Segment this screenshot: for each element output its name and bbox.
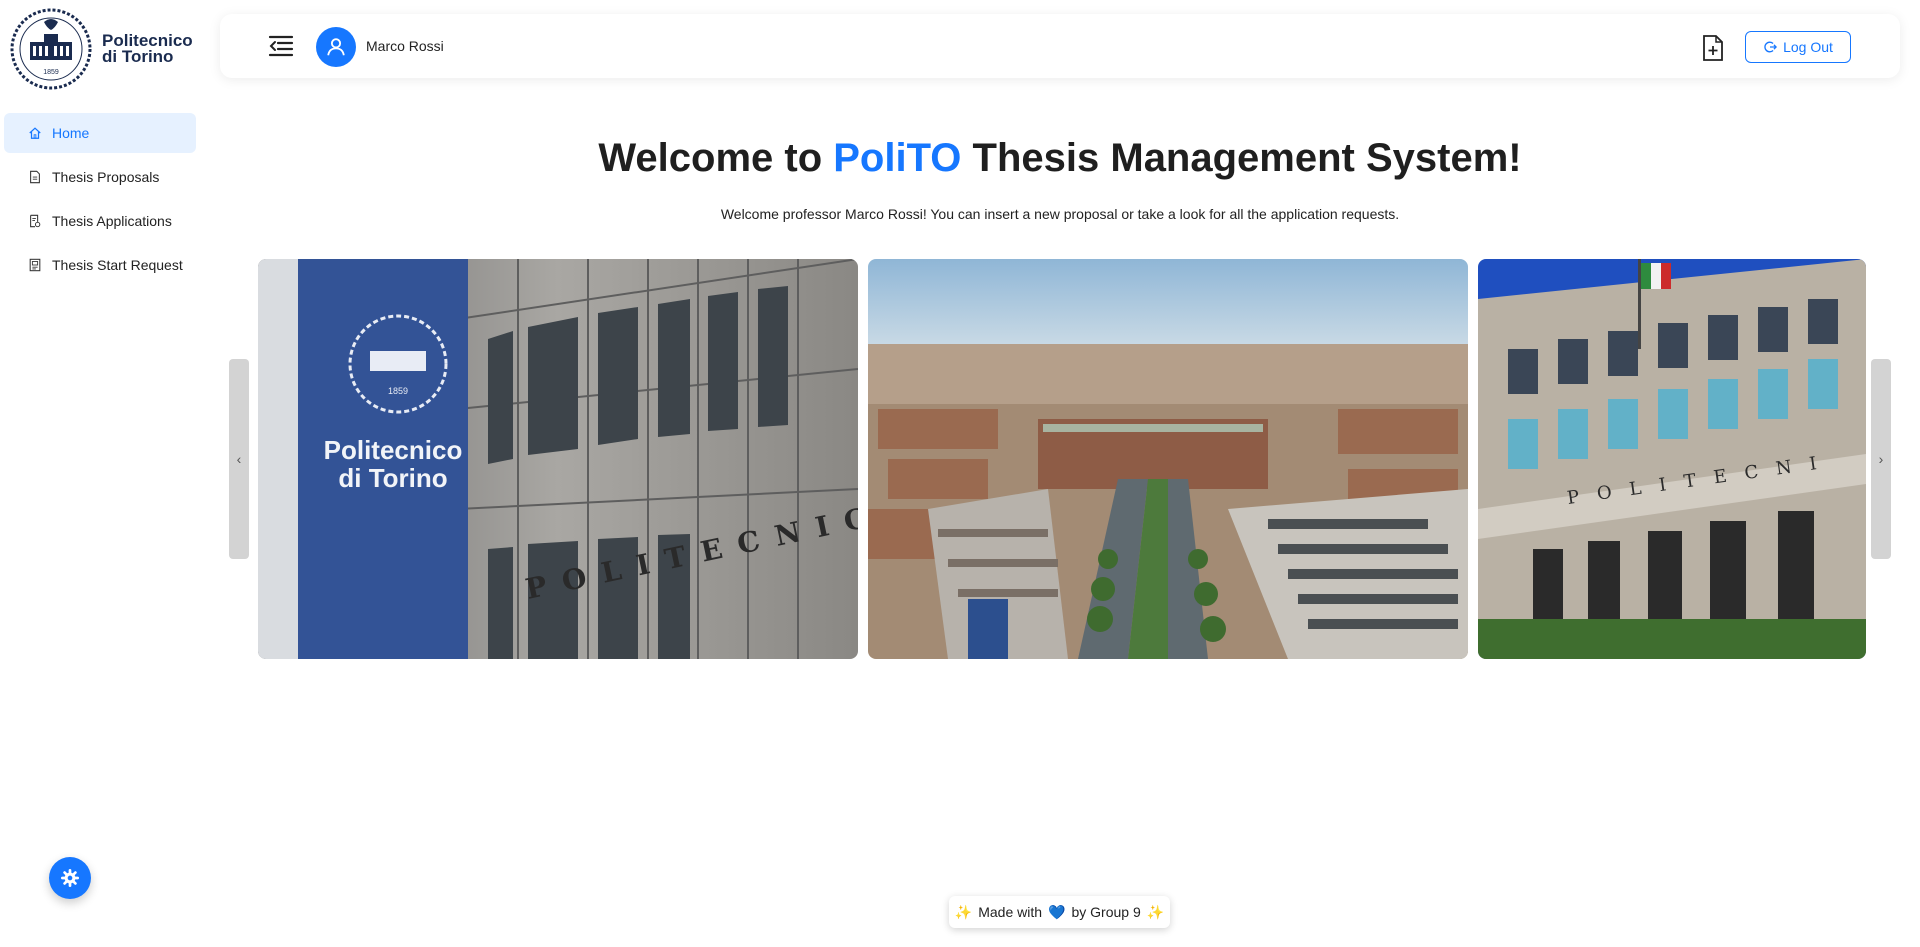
banner-line2: di Torino [338, 463, 447, 493]
university-seal-icon: 1859 [10, 8, 92, 90]
new-document-button[interactable] [1700, 34, 1726, 62]
top-header: Marco Rossi Log Out [220, 14, 1900, 78]
image-carousel[interactable]: POLITECNICO 1859 Politecnico di Torino P… [258, 259, 1866, 659]
sparkle-icon: ✨ [954, 903, 973, 920]
menu-fold-icon [268, 35, 294, 57]
footer-suffix: by Group 9 [1071, 904, 1141, 920]
heart-icon: 💙 [1048, 903, 1066, 920]
sidebar-item-thesis-start-request[interactable]: Thesis Start Request [4, 245, 196, 285]
banner-line1: Politecnico [324, 435, 463, 465]
chevron-left-icon: ‹ [236, 451, 242, 467]
user-icon [327, 38, 345, 56]
sidebar-item-home[interactable]: Home [4, 113, 196, 153]
request-icon [28, 258, 42, 272]
footer-prefix: Made with [978, 904, 1043, 920]
sidebar-item-label: Home [52, 125, 90, 141]
document-icon [28, 170, 42, 184]
title-suffix: Thesis Management System! [961, 136, 1522, 180]
menu-toggle-button[interactable] [268, 34, 294, 58]
logo-text: Politecnico di Torino [102, 32, 193, 66]
settings-button[interactable] [49, 857, 91, 899]
carousel-prev-button[interactable]: ‹ [229, 359, 249, 559]
chevron-right-icon: › [1878, 451, 1884, 467]
politecnico-logo[interactable]: 1859 Politecnico di Torino [8, 8, 193, 90]
logout-label: Log Out [1783, 39, 1833, 55]
home-icon [28, 126, 42, 140]
logout-icon [1764, 41, 1778, 53]
page-title: Welcome to PoliTO Thesis Management Syst… [220, 136, 1900, 181]
carousel-slide-aerial-view[interactable] [868, 259, 1468, 659]
application-icon [28, 214, 42, 228]
avatar[interactable] [316, 27, 356, 67]
sidebar-item-label: Thesis Applications [52, 213, 172, 229]
sidebar-nav: Home Thesis Proposals Thesis Application… [4, 113, 196, 289]
banner-year: 1859 [388, 386, 408, 396]
file-add-icon [1703, 35, 1723, 61]
carousel-next-button[interactable]: › [1871, 359, 1891, 559]
title-accent: PoliTO [833, 136, 962, 180]
carousel-slide-campus-facade[interactable]: POLITECNICO 1859 Politecnico di Torino [258, 259, 858, 659]
seal-year: 1859 [43, 69, 59, 76]
logout-button[interactable]: Log Out [1745, 31, 1851, 63]
title-prefix: Welcome to [598, 136, 834, 180]
sidebar-item-thesis-proposals[interactable]: Thesis Proposals [4, 157, 196, 197]
gear-icon [61, 869, 79, 887]
sidebar-item-label: Thesis Start Request [52, 257, 183, 273]
made-by-badge: ✨ Made with 💙 by Group 9 ✨ [949, 896, 1170, 928]
page-subtitle: Welcome professor Marco Rossi! You can i… [720, 206, 1400, 222]
sidebar-item-label: Thesis Proposals [52, 169, 160, 185]
sidebar: 1859 Politecnico di Torino Home Thesis P… [0, 0, 200, 947]
sparkle-icon: ✨ [1146, 903, 1165, 920]
carousel-slide-main-entrance[interactable]: POLITECNI [1478, 259, 1866, 659]
user-name: Marco Rossi [366, 38, 444, 54]
logo-line2: di Torino [102, 47, 174, 66]
sidebar-item-thesis-applications[interactable]: Thesis Applications [4, 201, 196, 241]
